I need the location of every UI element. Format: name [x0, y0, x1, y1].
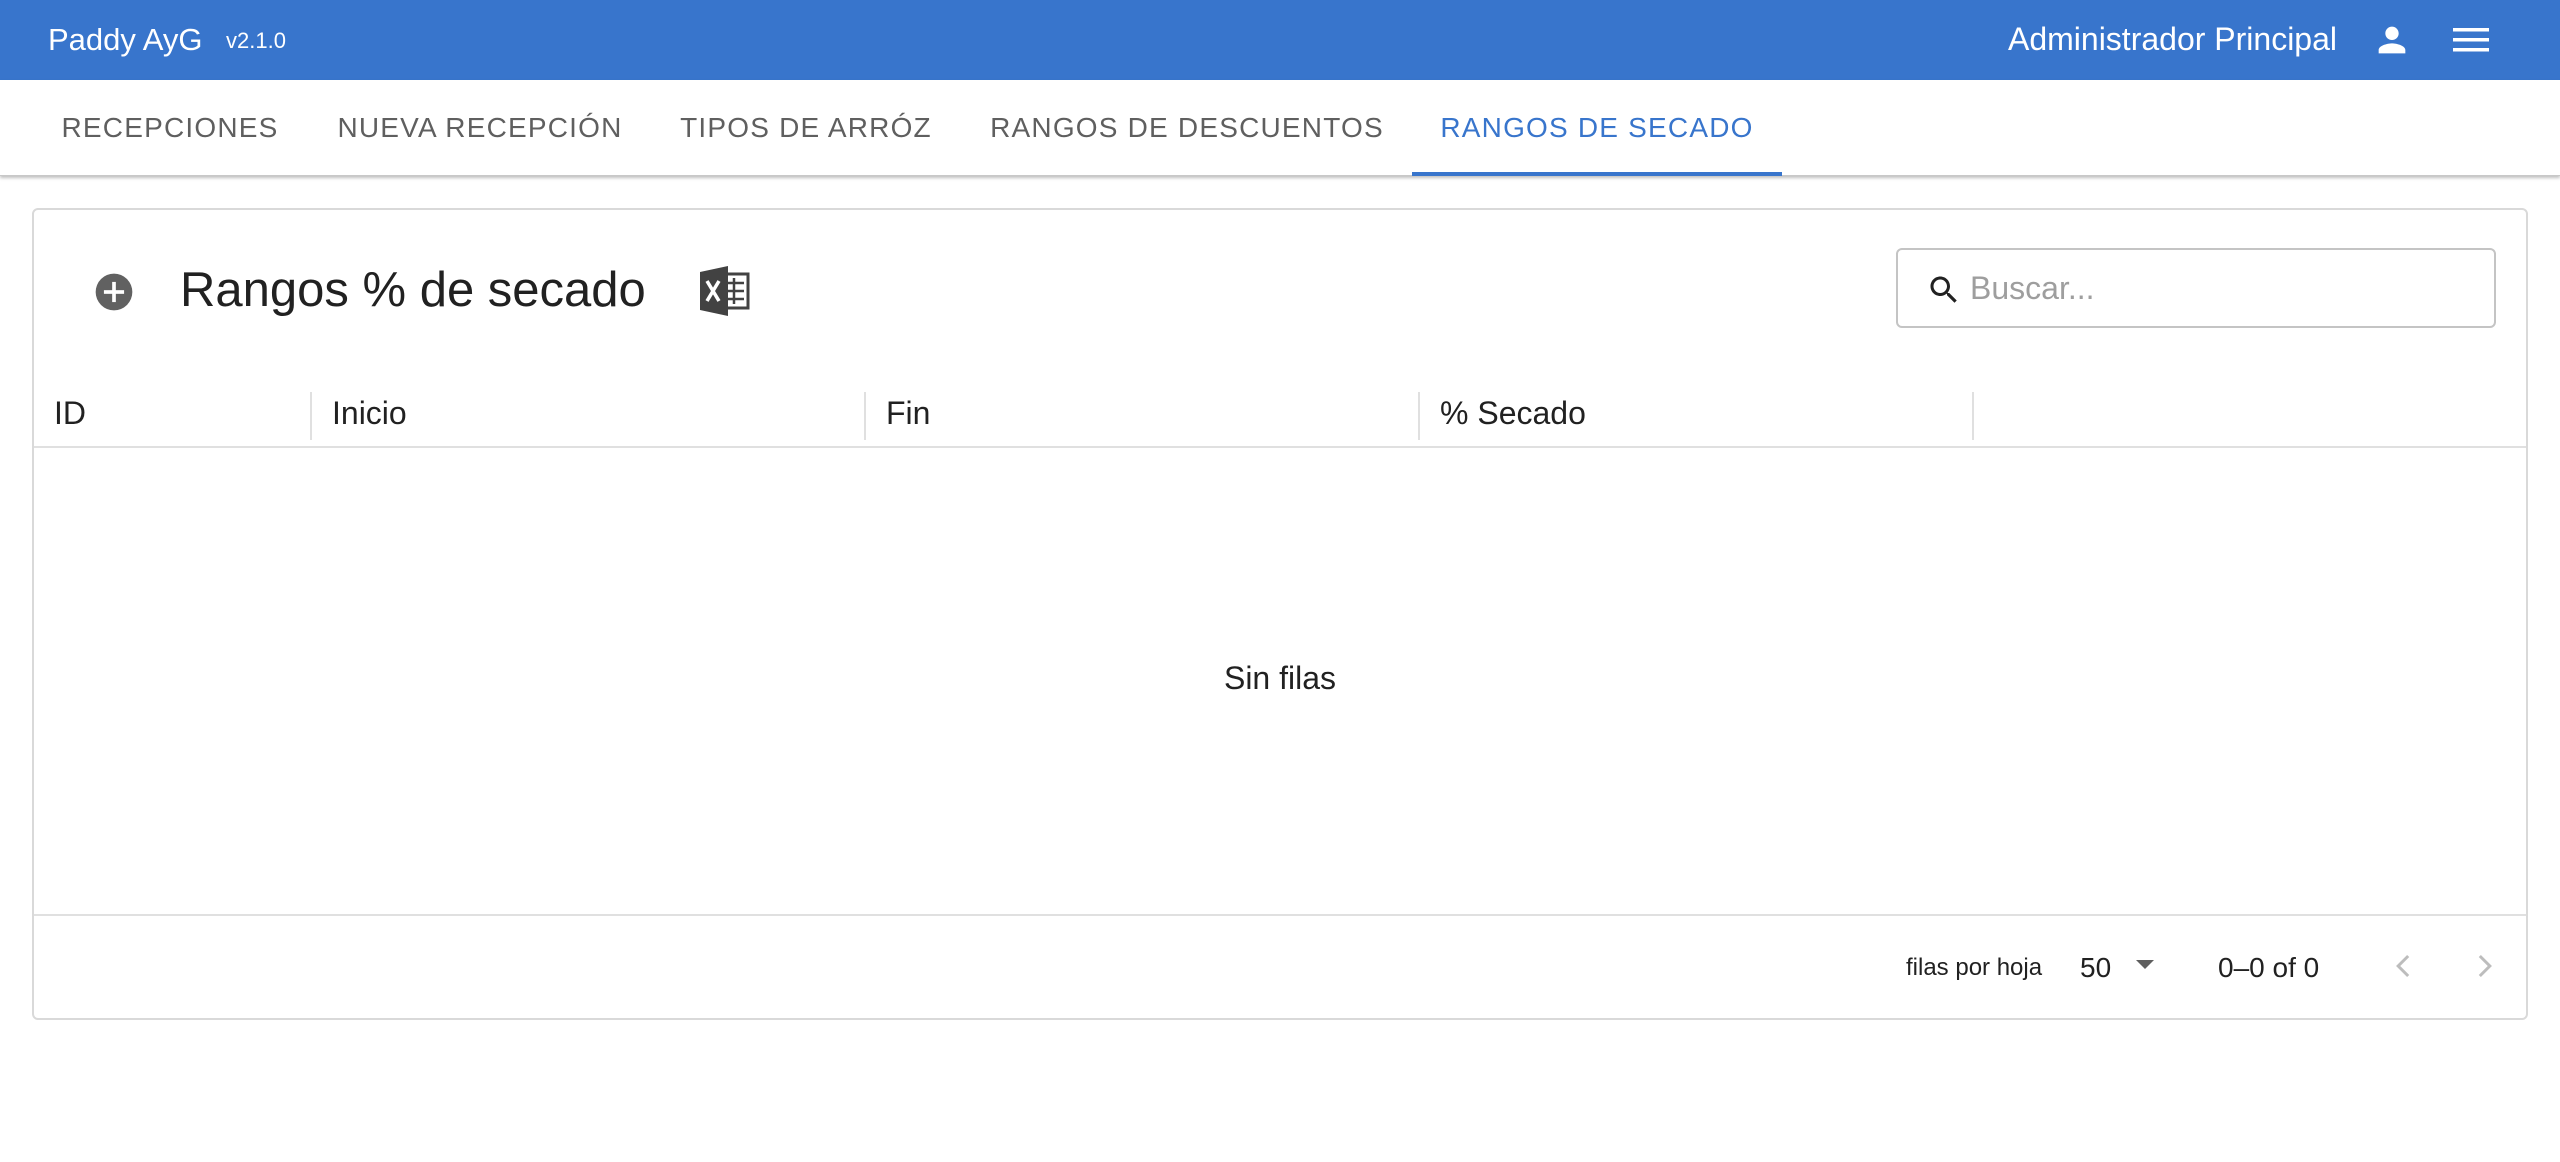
app-bar: Paddy AyG v2.1.0 Administrador Principal	[0, 0, 2560, 80]
search-icon	[1926, 272, 1962, 308]
column-separator[interactable]	[1972, 392, 1974, 440]
chevron-right-icon[interactable]	[2464, 946, 2504, 986]
rows-per-page-label: filas por hoja	[1906, 954, 2043, 981]
tab-rangos-de-descuentos[interactable]: RANGOS DE DESCUENTOS	[972, 80, 1402, 176]
search-input[interactable]	[1970, 260, 2470, 316]
tab-rangos-de-secado[interactable]: RANGOS DE SECADO	[1412, 80, 1782, 176]
tab-bar: RECEPCIONES NUEVA RECEPCIÓN TIPOS DE ARR…	[0, 80, 2560, 176]
grid-header: ID Inicio Fin % Secado	[34, 380, 2526, 448]
page-range: 0–0 of 0	[2218, 952, 2320, 983]
account-icon[interactable]	[2372, 20, 2412, 60]
empty-rows-message: Sin filas	[1223, 660, 1337, 696]
column-header-fin[interactable]: Fin	[866, 380, 1418, 446]
add-circle-icon[interactable]	[92, 270, 136, 314]
column-header-secado[interactable]: % Secado	[1420, 380, 1972, 446]
app-title: Paddy AyG	[48, 22, 203, 57]
search-box[interactable]	[1896, 248, 2496, 328]
grid-footer: filas por hoja 50 0–0 of 0	[34, 914, 2526, 1018]
rows-per-page-select[interactable]: 50	[2074, 946, 2154, 986]
tab-tipos-de-arroz[interactable]: TIPOS DE ARRÓZ	[666, 80, 946, 176]
arrow-drop-down-icon	[2136, 960, 2154, 969]
excel-icon[interactable]	[698, 266, 750, 316]
page-title: Rangos % de secado	[180, 263, 646, 317]
column-header-inicio[interactable]: Inicio	[312, 380, 864, 446]
menu-icon[interactable]	[2451, 22, 2491, 58]
chevron-left-icon[interactable]	[2384, 946, 2424, 986]
rows-per-page-value: 50	[2080, 952, 2112, 983]
app-version: v2.1.0	[226, 28, 286, 53]
data-card: Rangos % de secado ID Inicio Fin % Secad…	[32, 208, 2528, 1020]
tab-recepciones[interactable]: RECEPCIONES	[32, 80, 308, 176]
user-name: Administrador Principal	[2007, 21, 2337, 57]
tab-nueva-recepcion[interactable]: NUEVA RECEPCIÓN	[318, 80, 642, 176]
column-header-id[interactable]: ID	[34, 380, 310, 446]
